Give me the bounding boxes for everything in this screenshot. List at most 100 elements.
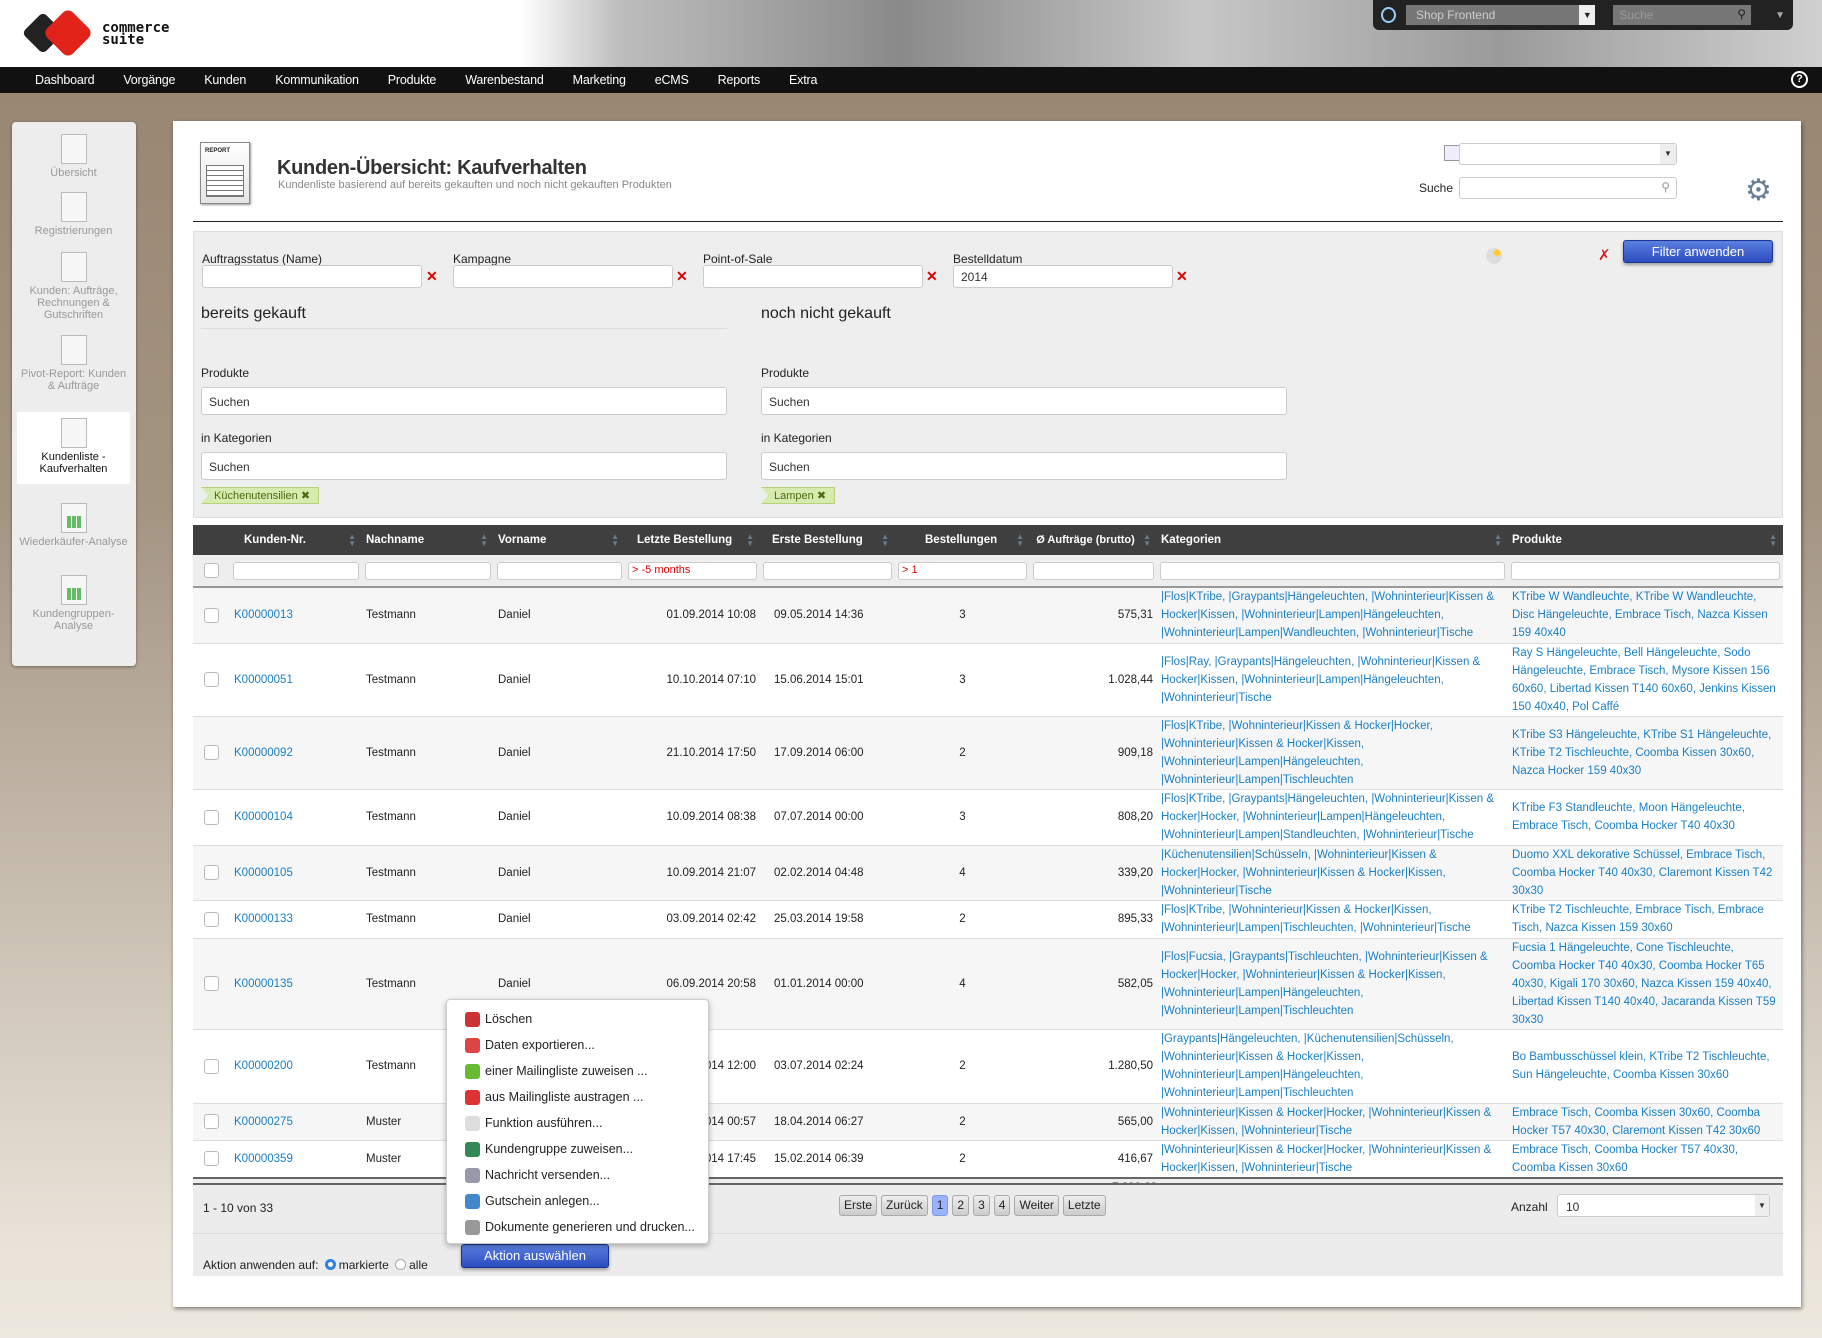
- nav-produkte[interactable]: Produkte: [388, 73, 437, 87]
- customer-id-link[interactable]: K00000105: [234, 867, 293, 879]
- sort-icon[interactable]: ▲ ▼: [746, 533, 754, 548]
- row-checkbox[interactable]: [204, 976, 219, 991]
- sort-icon[interactable]: ▲ ▼: [480, 533, 488, 548]
- menu-item[interactable]: Nachricht versenden...: [465, 1162, 708, 1188]
- not-bought-categories-input[interactable]: Suchen: [761, 452, 1287, 480]
- product-links[interactable]: KTribe F3 Standleuchte, Moon Hängeleucht…: [1512, 802, 1745, 832]
- menu-item[interactable]: Funktion ausführen...: [465, 1110, 708, 1136]
- filter-letzte-bestellung[interactable]: > -5 months: [628, 561, 757, 580]
- help-icon[interactable]: ?: [1791, 71, 1808, 88]
- menu-item[interactable]: Löschen: [465, 1006, 708, 1032]
- bestelldatum-input[interactable]: 2014: [953, 265, 1173, 288]
- logo[interactable]: commerce suite: [21, 7, 169, 59]
- nav-kunden[interactable]: Kunden: [204, 73, 246, 87]
- sidebar-item-kundengruppen[interactable]: Kundengruppen-Analyse: [17, 569, 130, 632]
- customer-id-link[interactable]: K00000051: [234, 674, 293, 686]
- radio-marked[interactable]: [324, 1259, 336, 1270]
- category-tag[interactable]: Lampen ✖: [761, 487, 836, 504]
- gear-icon[interactable]: ⚙: [1745, 173, 1772, 208]
- status-icon[interactable]: [1486, 248, 1502, 264]
- page-button[interactable]: 3: [973, 1195, 990, 1216]
- sort-icon[interactable]: ▲ ▼: [1143, 533, 1151, 548]
- sort-icon[interactable]: ▲ ▼: [881, 533, 889, 548]
- category-links[interactable]: |Flos|KTribe, |Graypants|Hängeleuchten, …: [1161, 793, 1494, 841]
- sort-icon[interactable]: ▲ ▼: [611, 533, 619, 548]
- bought-products-input[interactable]: Suchen: [201, 387, 727, 415]
- category-links[interactable]: |Flos|Ray, |Graypants|Hängeleuchten, |Wo…: [1161, 656, 1480, 704]
- product-links[interactable]: Embrace Tisch, Coomba Kissen 30x60, Coom…: [1512, 1107, 1760, 1137]
- category-links[interactable]: |Flos|KTribe, |Graypants|Hängeleuchten, …: [1161, 591, 1494, 639]
- row-checkbox[interactable]: [204, 1058, 219, 1074]
- menu-item[interactable]: Kundengruppe zuweisen...: [465, 1136, 708, 1162]
- nav-ecms[interactable]: eCMS: [655, 73, 689, 87]
- product-links[interactable]: KTribe S3 Hängeleuchte, KTribe S1 Hängel…: [1512, 729, 1771, 777]
- sidebar-item-wiederkaeufer[interactable]: Wiederkäufer-Analyse: [17, 497, 130, 548]
- clear-icon[interactable]: ✕: [1176, 268, 1188, 285]
- nav-warenbestand[interactable]: Warenbestand: [465, 73, 544, 87]
- menu-item[interactable]: Daten exportieren...: [465, 1032, 708, 1058]
- customer-id-link[interactable]: K00000013: [234, 609, 293, 621]
- view-select[interactable]: ▼: [1459, 143, 1677, 165]
- kampagne-input[interactable]: [453, 265, 673, 288]
- filter-kunden-nr[interactable]: [233, 561, 359, 580]
- menu-item[interactable]: Gutschein anlegen...: [465, 1188, 708, 1214]
- select-action-button[interactable]: Aktion auswählen: [461, 1244, 609, 1268]
- clear-icon[interactable]: ✕: [926, 268, 938, 285]
- product-links[interactable]: Duomo XXL dekorative Schüssel, Embrace T…: [1512, 849, 1772, 897]
- row-checkbox[interactable]: [204, 745, 219, 760]
- remove-tag-icon[interactable]: ✖: [817, 490, 826, 502]
- category-links[interactable]: |Küchenutensilien|Schüsseln, |Wohninteri…: [1161, 849, 1446, 897]
- page-size-select[interactable]: 10 ▼: [1557, 1194, 1770, 1217]
- sort-icon[interactable]: ▲ ▼: [1769, 533, 1777, 548]
- nav-vorgaenge[interactable]: Vorgänge: [123, 73, 175, 87]
- page-button[interactable]: Letzte: [1062, 1195, 1106, 1216]
- category-links[interactable]: |Flos|KTribe, |Wohninterieur|Kissen & Ho…: [1161, 720, 1433, 786]
- filter-erste-bestellung[interactable]: [763, 561, 892, 580]
- customer-id-link[interactable]: K00000135: [234, 978, 293, 990]
- customer-id-link[interactable]: K00000275: [234, 1116, 293, 1128]
- page-button[interactable]: Erste: [839, 1195, 878, 1216]
- header-nachname[interactable]: Nachname ▲ ▼: [362, 525, 494, 555]
- not-bought-products-input[interactable]: Suchen: [761, 387, 1287, 415]
- category-links[interactable]: |Flos|Fucsia, |Graypants|Tischleuchten, …: [1161, 951, 1488, 1017]
- product-links[interactable]: KTribe T2 Tischleuchte, Embrace Tisch, E…: [1512, 904, 1764, 934]
- nav-dashboard[interactable]: Dashboard: [35, 73, 95, 87]
- nav-reports[interactable]: Reports: [718, 73, 761, 87]
- customer-id-link[interactable]: K00000092: [234, 747, 293, 759]
- sidebar-item-kundenliste[interactable]: Kundenliste - Kaufverhalten: [17, 412, 130, 484]
- filter-vorname[interactable]: [497, 561, 622, 580]
- apply-filter-button[interactable]: Filter anwenden: [1623, 240, 1773, 263]
- radio-all[interactable]: [395, 1259, 407, 1270]
- bought-categories-input[interactable]: Suchen: [201, 452, 727, 480]
- page-button[interactable]: Zurück: [881, 1195, 928, 1216]
- row-checkbox[interactable]: [204, 865, 219, 880]
- remove-tag-icon[interactable]: ✖: [301, 490, 310, 502]
- row-checkbox[interactable]: [204, 1114, 219, 1129]
- nav-marketing[interactable]: Marketing: [573, 73, 626, 87]
- category-links[interactable]: |Graypants|Hängeleuchten, |Küchenutensil…: [1161, 1033, 1454, 1099]
- header-produkte[interactable]: Produkte ▲ ▼: [1508, 525, 1783, 555]
- filter-kategorien[interactable]: [1160, 561, 1505, 580]
- menu-dropdown-icon[interactable]: ▼: [1775, 10, 1785, 21]
- customer-id-link[interactable]: K00000104: [234, 811, 293, 823]
- sidebar-item-kunden-auftraege[interactable]: Kunden: Aufträge, Rechnungen & Gutschrif…: [17, 246, 130, 321]
- header-vorname[interactable]: Vorname ▲ ▼: [494, 525, 625, 555]
- filter-auftraege[interactable]: [1033, 561, 1154, 580]
- menu-item[interactable]: aus Mailingliste austragen ...: [465, 1084, 708, 1110]
- sort-icon[interactable]: ▲ ▼: [348, 533, 356, 548]
- sort-icon[interactable]: ▲ ▼: [1494, 533, 1502, 548]
- row-checkbox[interactable]: [204, 672, 219, 687]
- category-links[interactable]: |Flos|KTribe, |Wohninterieur|Kissen & Ho…: [1161, 904, 1471, 934]
- header-auftraege[interactable]: Ø Aufträge (brutto) ▲ ▼: [1030, 525, 1157, 555]
- header-erste-bestellung[interactable]: Erste Bestellung ▲ ▼: [760, 525, 895, 555]
- product-links[interactable]: Embrace Tisch, Coomba Hocker T57 40x30, …: [1512, 1144, 1738, 1174]
- header-kunden-nr[interactable]: Kunden-Nr. ▲ ▼: [230, 525, 362, 555]
- row-checkbox[interactable]: [204, 809, 219, 825]
- product-links[interactable]: Bo Bambusschüssel klein, KTribe T2 Tisch…: [1512, 1051, 1770, 1081]
- filter-nachname[interactable]: [365, 561, 491, 580]
- page-button[interactable]: 4: [993, 1195, 1011, 1216]
- clear-icon[interactable]: ✕: [426, 268, 438, 285]
- row-checkbox[interactable]: [204, 607, 219, 623]
- auftragsstatus-input[interactable]: [202, 265, 422, 288]
- product-links[interactable]: KTribe W Wandleuchte, KTribe W Wandleuch…: [1512, 591, 1768, 639]
